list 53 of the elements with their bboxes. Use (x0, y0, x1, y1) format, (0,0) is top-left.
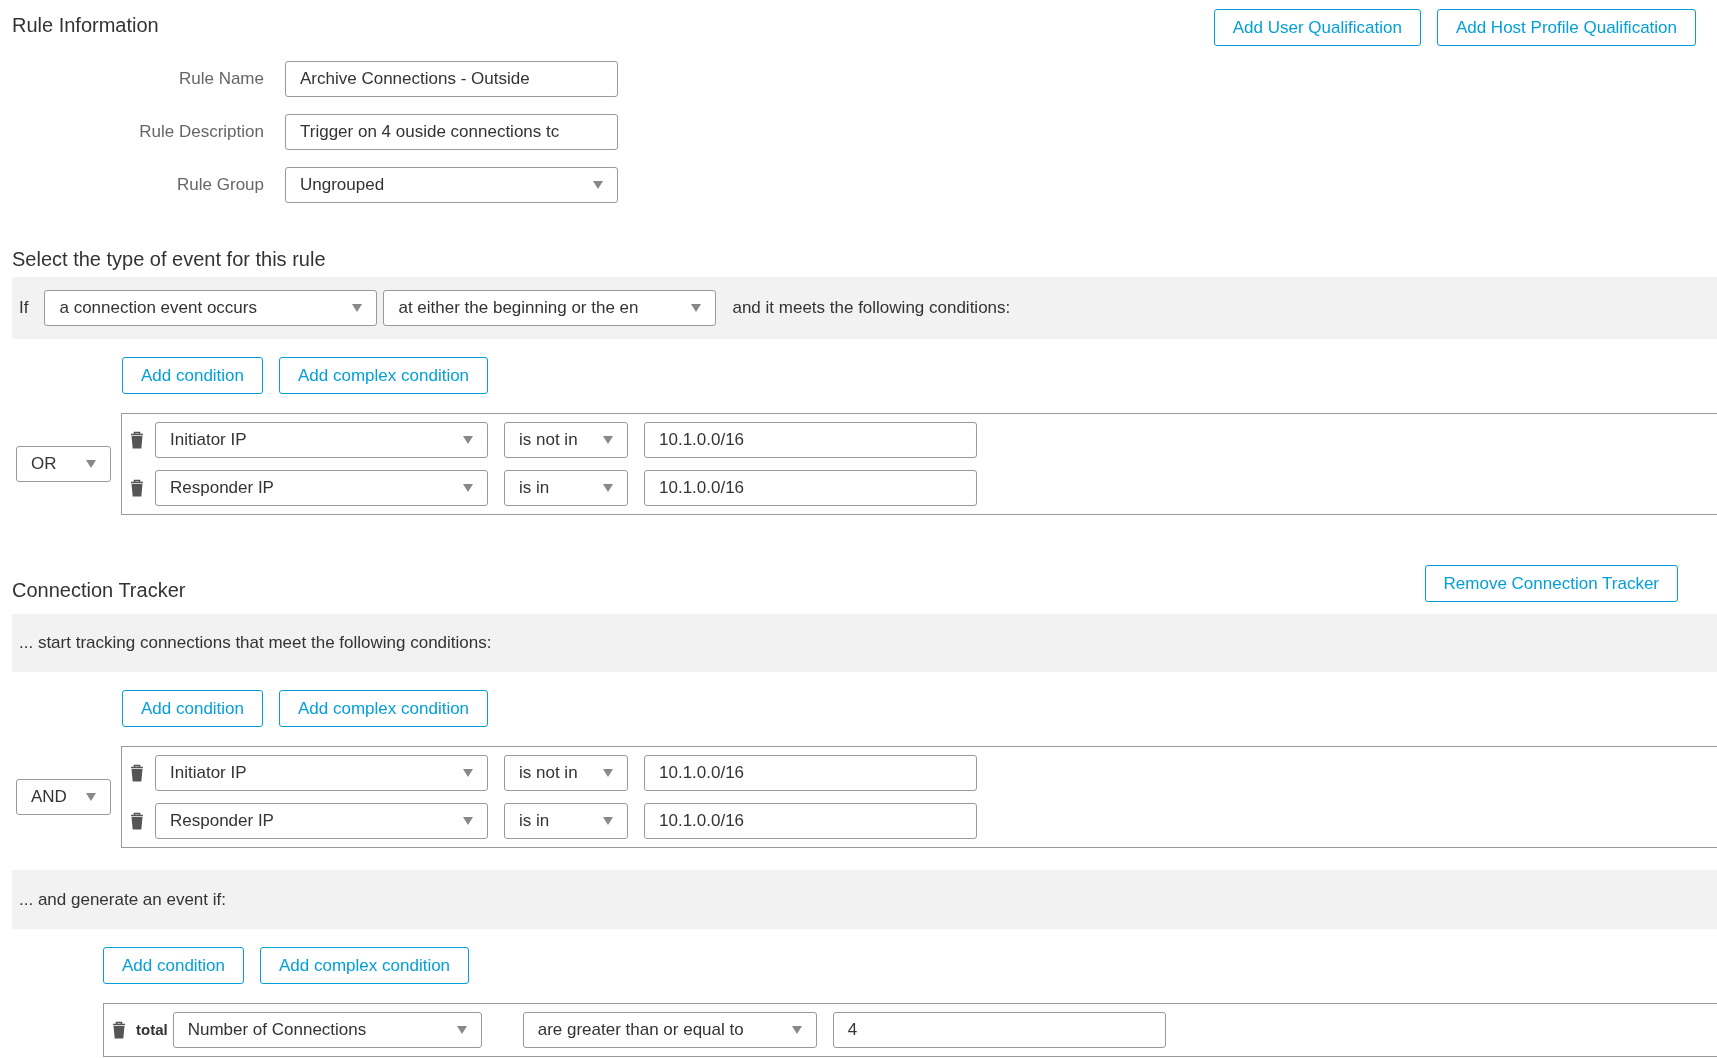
caret-icon (791, 1026, 802, 1034)
caret-icon (603, 769, 613, 777)
input-field[interactable]: Archive Connections - Outside (285, 61, 618, 97)
dropdown[interactable]: Initiator IP (155, 422, 488, 458)
dropdown[interactable]: Responder IP (155, 470, 488, 506)
tracking-text: ... start tracking connections that meet the following conditions: (12, 614, 1717, 672)
caret-icon (456, 1026, 467, 1034)
event-text: ... and generate an event if: (12, 870, 1717, 929)
section-title: Rule Information (12, 13, 159, 37)
caret-icon (691, 304, 702, 312)
dropdown[interactable]: Initiator IP (155, 755, 488, 791)
condition-label: total (136, 1019, 168, 1040)
trash-icon[interactable] (130, 764, 144, 782)
dropdown[interactable]: Number of Connections (172, 1012, 482, 1048)
dropdown[interactable]: is not in (504, 755, 628, 791)
caret-icon (603, 484, 613, 492)
caret-icon (603, 817, 613, 825)
dropdown[interactable]: at either the beginning or the en (383, 290, 717, 326)
dropdown[interactable]: is in (504, 803, 628, 839)
field-label: Rule Name (177, 68, 264, 91)
value-field[interactable]: 10.1.0.0/16 (644, 422, 977, 458)
trash-icon[interactable] (130, 812, 144, 830)
dropdown[interactable]: is in (504, 470, 628, 506)
value-field[interactable]: 10.1.0.0/16 (644, 803, 977, 839)
trash-icon[interactable] (112, 1021, 126, 1039)
caret-icon (86, 793, 96, 801)
trash-icon[interactable] (130, 431, 144, 449)
caret-icon (463, 769, 473, 777)
field-label: Rule Group (176, 174, 264, 197)
section-title: Connection Tracker (12, 578, 186, 602)
dropdown[interactable]: Ungrouped (285, 167, 618, 203)
caret-icon (86, 460, 96, 468)
dropdown[interactable]: OR (16, 446, 111, 482)
if-label: If (19, 297, 29, 320)
field-label: Rule Description (138, 121, 264, 144)
dropdown[interactable]: a connection event occurs (44, 290, 378, 326)
dropdown[interactable]: is not in (504, 422, 628, 458)
dropdown[interactable]: are greater than or equal to (522, 1012, 817, 1048)
caret-icon (463, 817, 473, 825)
caret-icon (463, 436, 473, 444)
caret-icon (463, 484, 473, 492)
dropdown[interactable]: AND (16, 779, 111, 815)
dropdown[interactable]: Responder IP (155, 803, 488, 839)
value-field[interactable]: 10.1.0.0/16 (644, 470, 977, 506)
condition-text: and it meets the following conditions: (732, 297, 1011, 320)
input-field[interactable]: Trigger on 4 ouside connections tc (285, 114, 618, 150)
caret-icon (352, 304, 363, 312)
caret-icon (603, 436, 613, 444)
caret-icon (593, 181, 603, 189)
value-field[interactable]: 4 (832, 1012, 1166, 1048)
section-title: Select the type of event for this rule (12, 247, 327, 271)
value-field[interactable]: 10.1.0.0/16 (644, 755, 977, 791)
trash-icon[interactable] (130, 479, 144, 497)
